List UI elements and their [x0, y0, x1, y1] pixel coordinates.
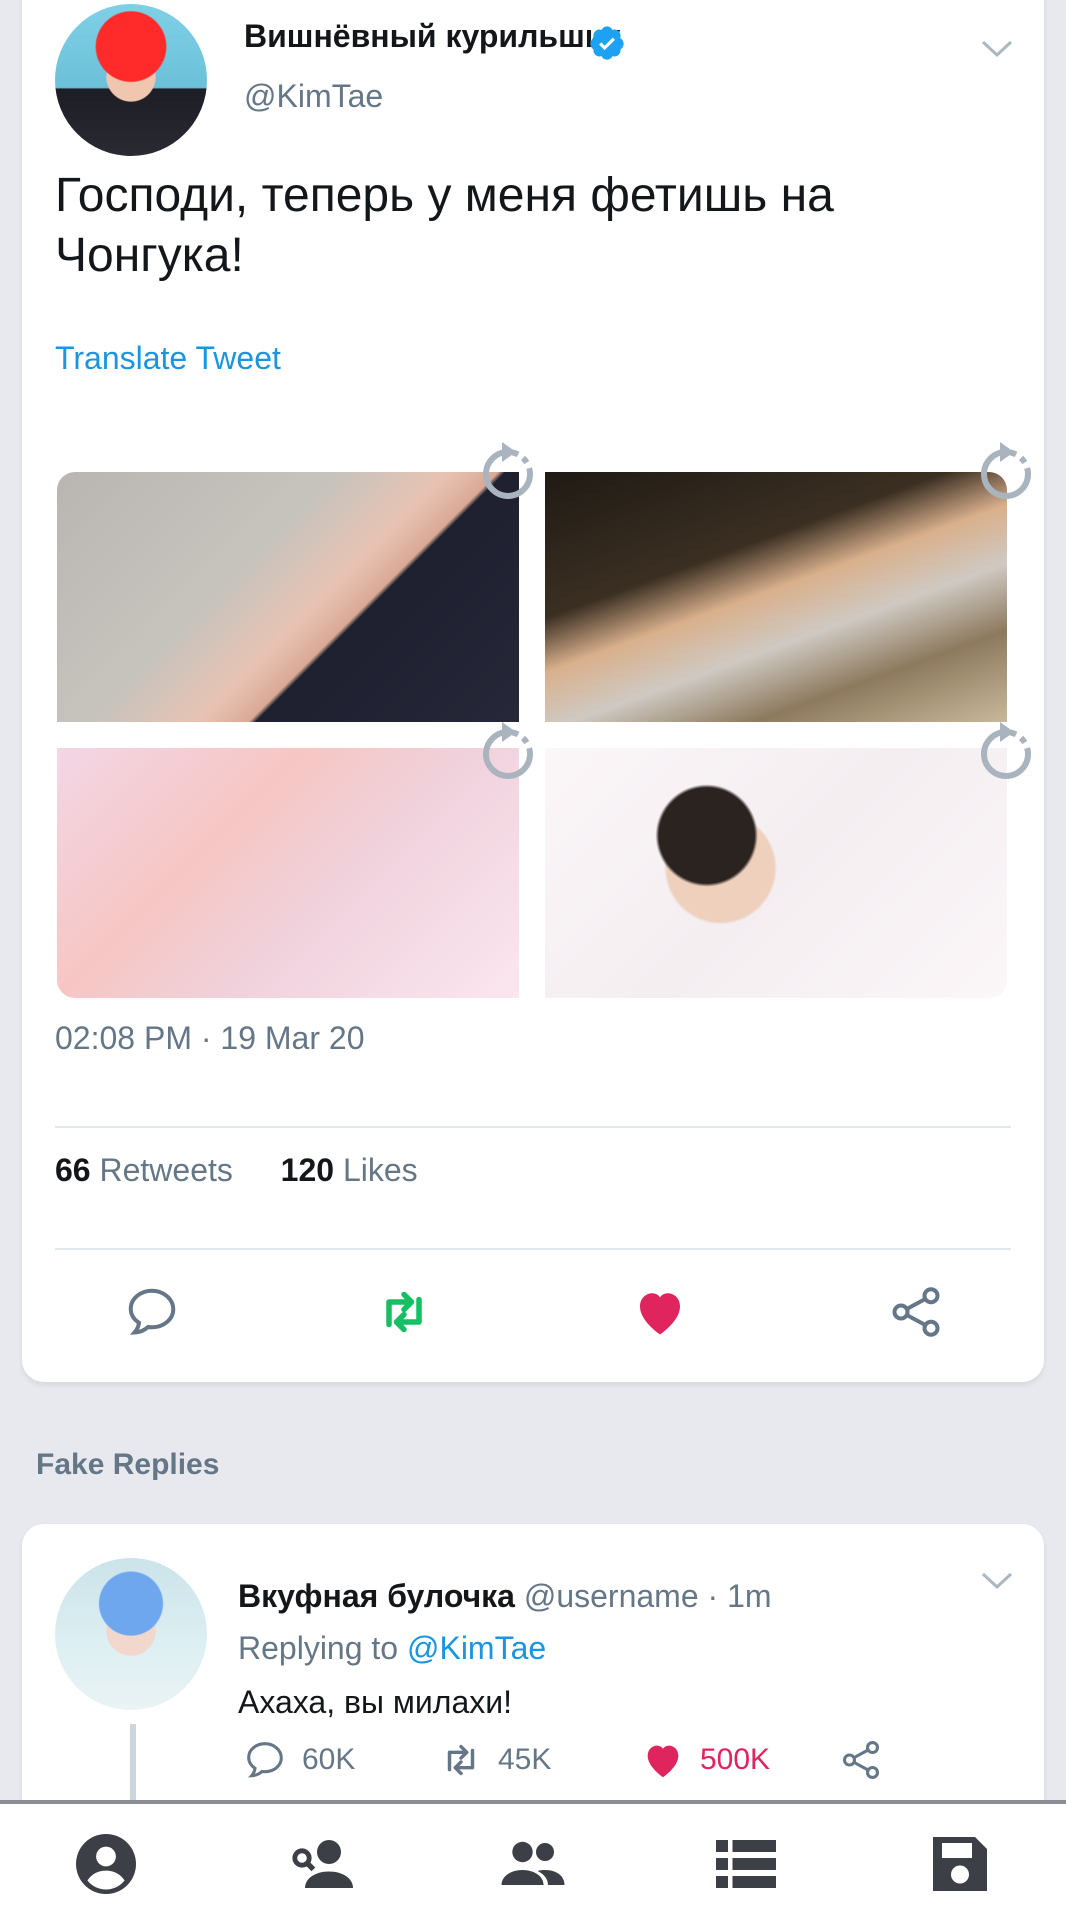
divider	[55, 1248, 1011, 1250]
replying-to-mention[interactable]: @KimTae	[407, 1630, 546, 1666]
heart-icon[interactable]	[640, 1737, 686, 1783]
reply-card[interactable]: Вкуфная булочка @username · 1m Replying …	[22, 1524, 1044, 1854]
reply-like-action[interactable]: 500K	[640, 1736, 770, 1784]
bottom-nav	[0, 1800, 1066, 1924]
reply-share-action[interactable]	[838, 1736, 884, 1784]
tweet-stats: 66 Retweets 120 Likes	[55, 1152, 418, 1189]
retweets-label[interactable]: Retweets	[99, 1152, 232, 1188]
author-handle[interactable]: @KimTae	[244, 78, 383, 115]
reply-like-count: 500K	[700, 1743, 771, 1776]
likes-label[interactable]: Likes	[343, 1152, 418, 1188]
reply-retweet-action[interactable]: 45K	[438, 1736, 551, 1784]
tweet-card: Вишнёвный курильшик @KimTae Господи, теп…	[22, 0, 1044, 1382]
nav-groups[interactable]	[493, 1824, 573, 1904]
nav-account[interactable]	[66, 1824, 146, 1904]
chevron-down-icon[interactable]	[980, 38, 1014, 60]
author-name[interactable]: Вишнёвный курильшик	[244, 18, 620, 55]
list-icon[interactable]	[710, 1828, 782, 1900]
account-circle-icon[interactable]	[70, 1828, 142, 1900]
reply-comment-count: 60K	[302, 1743, 356, 1776]
rotate-icon[interactable]	[472, 718, 544, 790]
nav-user-search[interactable]	[283, 1824, 363, 1904]
tweet-timestamp: 02:08 PM · 19 Mar 20	[55, 1020, 365, 1056]
comment-icon[interactable]	[242, 1737, 288, 1783]
reply-avatar[interactable]	[55, 1558, 207, 1710]
divider	[55, 1126, 1011, 1128]
fake-replies-heading: Fake Replies	[36, 1448, 220, 1481]
rotate-icon[interactable]	[970, 718, 1042, 790]
nav-list[interactable]	[706, 1824, 786, 1904]
tweet-photo-2[interactable]	[545, 472, 1007, 722]
user-search-icon[interactable]	[287, 1828, 359, 1900]
verified-badge-icon	[590, 26, 624, 60]
rotate-icon[interactable]	[970, 438, 1042, 510]
rotate-icon[interactable]	[472, 438, 544, 510]
likes-count[interactable]: 120	[281, 1152, 334, 1188]
reply-handle-time[interactable]: @username · 1m	[524, 1578, 772, 1614]
group-icon[interactable]	[497, 1828, 569, 1900]
chevron-down-icon[interactable]	[980, 1570, 1014, 1592]
reply-comment-action[interactable]: 60K	[242, 1736, 355, 1784]
save-icon[interactable]	[924, 1828, 996, 1900]
nav-save[interactable]	[920, 1824, 1000, 1904]
tweet-text: Господи, теперь у меня фетишь на Чонгука…	[55, 169, 834, 282]
retweet-icon[interactable]	[438, 1737, 484, 1783]
reply-retweet-count: 45K	[498, 1743, 552, 1776]
replying-to: Replying to @KimTae	[238, 1630, 546, 1667]
reply-author-name[interactable]: Вкуфная булочка	[238, 1578, 515, 1614]
reply-text: Ахаха, вы милахи!	[238, 1684, 512, 1720]
comment-icon[interactable]	[122, 1282, 182, 1342]
retweets-count[interactable]: 66	[55, 1152, 91, 1188]
heart-icon[interactable]	[630, 1282, 690, 1342]
translate-tweet-link[interactable]: Translate Tweet	[55, 340, 281, 377]
tweet-photo-1[interactable]	[57, 472, 519, 722]
author-avatar[interactable]	[55, 4, 207, 156]
share-icon[interactable]	[886, 1282, 946, 1342]
tweet-photo-4[interactable]	[545, 748, 1007, 998]
tweet-photo-3[interactable]	[57, 748, 519, 998]
share-icon[interactable]	[838, 1737, 884, 1783]
retweet-icon[interactable]	[374, 1282, 434, 1342]
reply-meta: Вкуфная булочка @username · 1m	[238, 1578, 772, 1615]
replying-to-label: Replying to	[238, 1630, 399, 1666]
